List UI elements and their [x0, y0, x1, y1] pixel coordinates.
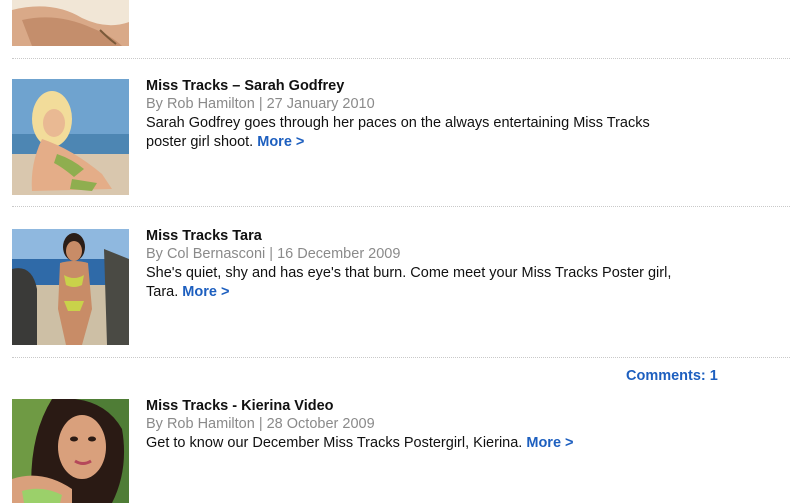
entry-tara: Miss Tracks Tara By Col Bernasconi | 16 …	[146, 227, 706, 302]
entry-byline: By Rob Hamilton | 28 October 2009	[146, 416, 375, 432]
more-link[interactable]: More >	[257, 134, 304, 150]
entry-excerpt: Get to know our December Miss Tracks Pos…	[146, 434, 706, 453]
entry-title[interactable]: Miss Tracks - Kierina Video	[146, 397, 706, 415]
entry-kierina-video: Miss Tracks - Kierina Video By Rob Hamil…	[146, 397, 706, 453]
entry-sarah-godfrey: Miss Tracks – Sarah Godfrey By Rob Hamil…	[146, 77, 706, 152]
photo-image	[12, 229, 129, 345]
more-link[interactable]: More >	[526, 435, 573, 451]
entry-title[interactable]: Miss Tracks – Sarah Godfrey	[146, 77, 706, 95]
entry-excerpt-text: Get to know our December Miss Tracks Pos…	[146, 435, 523, 451]
photo-image	[12, 0, 129, 46]
entry-excerpt: Sarah Godfrey goes through her paces on …	[146, 114, 666, 152]
entry-excerpt-text: Sarah Godfrey goes through her paces on …	[146, 115, 650, 150]
entry-byline: By Rob Hamilton | 27 January 2010	[146, 96, 375, 112]
photo-image	[12, 79, 129, 195]
entry-byline: By Col Bernasconi | 16 December 2009	[146, 246, 401, 262]
entry-divider	[12, 357, 790, 358]
entry-divider	[12, 206, 790, 207]
post-thumbnail-kierina[interactable]	[12, 399, 129, 503]
post-thumbnail-sarah-godfrey[interactable]	[12, 79, 129, 195]
post-thumbnail-tara[interactable]	[12, 229, 129, 345]
entry-excerpt: She's quiet, shy and has eye's that burn…	[146, 264, 691, 302]
more-link[interactable]: More >	[182, 284, 229, 300]
entry-title[interactable]: Miss Tracks Tara	[146, 227, 706, 245]
photo-image	[12, 399, 129, 503]
comments-link[interactable]: Comments: 1	[626, 368, 718, 384]
entry-divider	[12, 58, 790, 59]
post-thumbnail-previous[interactable]	[12, 0, 129, 46]
